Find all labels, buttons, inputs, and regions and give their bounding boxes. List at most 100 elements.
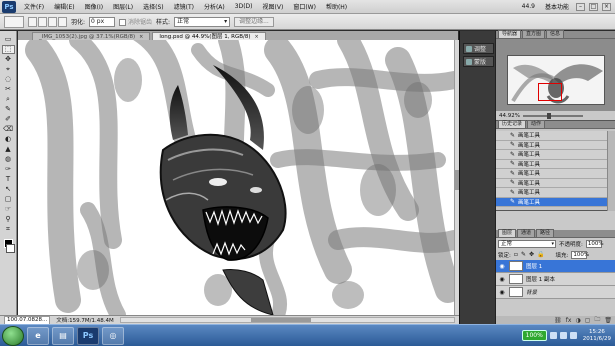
visibility-eye-icon[interactable]: ◉ — [498, 288, 506, 296]
menu-filter[interactable]: 滤镜(T) — [169, 2, 199, 11]
doc-tab-long[interactable]: long.psd @ 44.9%(图层 1, RGB/8) × — [152, 32, 266, 40]
masks-panel-button[interactable]: 蒙版 — [463, 56, 494, 67]
taskbar-clock[interactable]: 15:26 2011/6/29 — [580, 329, 611, 343]
history-item[interactable]: ✎ 画笔工具 — [496, 159, 607, 169]
history-item[interactable]: ✎ 画笔工具 — [496, 188, 607, 198]
menu-3d[interactable]: 3D(D) — [230, 3, 258, 10]
style-select[interactable]: 正常 — [174, 16, 231, 27]
menu-layer[interactable]: 图层(L) — [108, 2, 138, 11]
document-size-info[interactable]: 文档:159.7M/1.48.4M — [56, 316, 113, 324]
history-scrollbar[interactable] — [607, 131, 615, 211]
history-item-current[interactable]: ✎ 画笔工具 — [496, 197, 607, 207]
eraser-tool-icon[interactable]: ⌫ — [2, 125, 15, 134]
blur-tool-icon[interactable]: ▲ — [2, 145, 15, 154]
menu-image[interactable]: 图像(I) — [80, 2, 108, 11]
blend-mode-select[interactable]: 正常 — [498, 239, 556, 248]
lock-pixels-icon[interactable]: ✎ — [521, 251, 526, 258]
history-item[interactable]: ✎ 画笔工具 — [496, 169, 607, 179]
link-layers-icon[interactable]: ⛓ — [554, 317, 562, 324]
marquee-tool-icon[interactable]: ⬚ — [1, 45, 15, 54]
history-item[interactable]: ✎ 画笔工具 — [496, 178, 607, 188]
antialias-checkbox[interactable] — [119, 19, 127, 26]
crop-tool-icon[interactable]: ◌ — [2, 75, 15, 84]
background-color-swatch[interactable] — [6, 244, 15, 253]
visibility-eye-icon[interactable]: ◉ — [498, 262, 506, 270]
adjustments-panel-button[interactable]: 调整 — [463, 43, 494, 54]
tab-info[interactable]: 信息 — [546, 30, 565, 38]
lock-all-icon[interactable]: 🔒 — [537, 251, 544, 258]
add-mask-icon[interactable]: ▢ — [585, 317, 591, 324]
brush-tool-icon[interactable]: ✐ — [2, 115, 15, 124]
document-canvas[interactable] — [18, 40, 454, 315]
tool-preset-picker[interactable] — [4, 15, 24, 28]
history-item[interactable]: ✎ 画笔工具 — [496, 131, 607, 141]
3d-tool-icon[interactable]: ⌗ — [2, 225, 15, 234]
antialias-option[interactable]: 消除锯齿 — [119, 17, 152, 26]
layer-row-layer1[interactable]: ◉ 图层 1 — [496, 260, 615, 273]
minimize-button[interactable]: – — [576, 2, 585, 11]
tab-navigator[interactable]: 导航器 — [498, 30, 522, 38]
layer-style-icon[interactable]: fx — [566, 317, 572, 324]
fill-input[interactable]: 100% — [571, 250, 589, 259]
subtract-selection-icon[interactable] — [48, 16, 57, 27]
scrollbar-thumb[interactable] — [250, 318, 311, 322]
notification-icon[interactable] — [569, 332, 577, 339]
shape-tool-icon[interactable]: ▢ — [2, 195, 15, 204]
close-button[interactable]: × — [602, 2, 611, 11]
menu-window[interactable]: 窗口(W) — [288, 2, 321, 11]
zoom-level-readout[interactable]: 44.9 — [519, 3, 538, 10]
lasso-tool-icon[interactable]: ✥ — [2, 55, 15, 64]
pen-tool-icon[interactable]: ✑ — [2, 165, 15, 174]
taskbar-photoshop-button[interactable]: Ps — [77, 326, 99, 345]
tab-histogram[interactable]: 直方图 — [522, 30, 546, 38]
volume-icon[interactable] — [559, 332, 567, 339]
dodge-tool-icon[interactable]: ◍ — [2, 155, 15, 164]
visibility-eye-icon[interactable]: ◉ — [498, 275, 506, 283]
navigator-view-frame[interactable] — [538, 83, 562, 101]
network-icon[interactable] — [549, 332, 557, 339]
menu-edit[interactable]: 编辑(E) — [49, 2, 79, 11]
menu-file[interactable]: 文件(F) — [19, 2, 49, 11]
delete-layer-icon[interactable]: 🗑 — [604, 317, 612, 324]
navigator-zoom-value[interactable]: 44.92% — [499, 113, 520, 119]
workspace-switcher[interactable]: 基本功能 — [542, 1, 572, 12]
eyedropper-tool-icon[interactable]: ⌕ — [2, 95, 15, 104]
intersect-selection-icon[interactable] — [58, 16, 67, 27]
healing-brush-tool-icon[interactable]: ✎ — [2, 105, 15, 114]
quick-select-tool-icon[interactable]: ⌖ — [2, 65, 15, 74]
layer-row-background[interactable]: ◉ 背景 — [496, 286, 615, 299]
type-tool-icon[interactable]: T — [2, 175, 15, 184]
move-tool-icon[interactable]: ▭ — [2, 35, 15, 44]
zoom-tool-icon[interactable]: ⚲ — [2, 215, 15, 224]
tab-channels[interactable]: 通道 — [517, 229, 536, 237]
history-item[interactable]: ✎ 画笔工具 — [496, 150, 607, 160]
path-select-tool-icon[interactable]: ↖ — [2, 185, 15, 194]
taskbar-ie-button[interactable]: e — [27, 326, 49, 345]
adjustment-layer-icon[interactable]: ◑ — [575, 317, 580, 324]
layer-row-layer1-copy[interactable]: ◉ 图层 1 副本 — [496, 273, 615, 286]
menu-view[interactable]: 视图(V) — [258, 2, 289, 11]
tab-actions[interactable]: 动作 — [527, 120, 546, 128]
canvas-horizontal-scrollbar[interactable] — [119, 317, 455, 323]
slice-tool-icon[interactable]: ✂ — [2, 85, 15, 94]
opacity-input[interactable]: 100% — [585, 239, 604, 248]
taskbar-app-button[interactable]: ◎ — [102, 326, 124, 345]
navigator-zoom-slider[interactable] — [522, 112, 583, 119]
menu-select[interactable]: 选择(S) — [138, 2, 169, 11]
taskbar-explorer-button[interactable]: ▤ — [52, 326, 74, 345]
tab-layers[interactable]: 图层 — [498, 229, 517, 237]
history-item[interactable]: ✎ 画笔工具 — [496, 140, 607, 150]
tab-history[interactable]: 历史记录 — [498, 120, 527, 128]
maximize-button[interactable]: □ — [589, 2, 598, 11]
doc-tab-img1053[interactable]: _IMG_1053(2).jpg @ 37.1%(RGB/8) × — [32, 32, 151, 40]
menu-help[interactable]: 帮助(H) — [321, 2, 352, 11]
start-button[interactable] — [2, 325, 24, 346]
refine-edge-button[interactable]: 调整边缘... — [234, 16, 274, 27]
lock-position-icon[interactable]: ✥ — [529, 251, 534, 258]
lock-transparent-icon[interactable]: ▫ — [514, 251, 518, 258]
battery-indicator[interactable]: 100% — [521, 330, 547, 341]
navigator-preview[interactable] — [507, 55, 605, 105]
menu-analysis[interactable]: 分析(A) — [199, 2, 230, 11]
feather-input[interactable]: 0 px — [89, 16, 116, 27]
tab-paths[interactable]: 路径 — [536, 229, 555, 237]
